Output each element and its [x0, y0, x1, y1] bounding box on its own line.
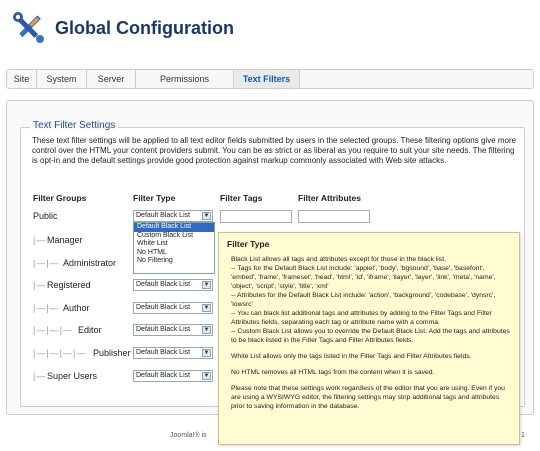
dropdown-option[interactable]: No HTML: [134, 249, 214, 258]
tab-text-filters[interactable]: Text Filters: [234, 70, 300, 88]
page-title: Global Configuration: [55, 18, 234, 38]
group-label: Author: [63, 303, 90, 313]
tooltip-paragraph: White List allows only the tags listed i…: [231, 353, 472, 360]
filter-type-select[interactable]: Default Black List ▼: [133, 324, 213, 336]
col-filter-tags: Filter Tags: [220, 193, 263, 203]
chevron-down-icon[interactable]: ▼: [202, 281, 211, 289]
tooltip-title: Filter Type: [227, 239, 270, 249]
chevron-down-icon[interactable]: ▼: [202, 212, 211, 220]
tab-bar: Site System Server Permissions Text Filt…: [6, 69, 534, 89]
filter-type-select[interactable]: Default Black List ▼: [133, 302, 213, 314]
tree-indent: |—|—: [33, 258, 60, 268]
filter-type-select[interactable]: Default Black List ▼: [133, 347, 213, 359]
chevron-down-icon[interactable]: ▼: [202, 372, 211, 380]
wrench-screwdriver-icon: [13, 12, 44, 43]
filter-type-select[interactable]: Default Black List ▼: [133, 370, 213, 382]
col-filter-attributes: Filter Attributes: [298, 193, 361, 203]
chevron-down-icon[interactable]: ▼: [202, 349, 211, 357]
tooltip-paragraph: No HTML removes all HTML tags from the c…: [231, 369, 435, 376]
fieldset-description: These text filter settings will be appli…: [32, 136, 517, 165]
group-label: Editor: [78, 325, 102, 335]
tree-indent: |—|—|—: [33, 325, 74, 335]
filter-type-select[interactable]: Default Black List ▼: [133, 210, 213, 222]
tooltip-paragraph: Please note that these settings work reg…: [231, 385, 505, 410]
dropdown-option[interactable]: No Filtering: [134, 257, 214, 266]
chevron-down-icon[interactable]: ▼: [202, 304, 211, 312]
header: Global Configuration: [0, 0, 540, 62]
group-label: Publisher: [93, 348, 131, 358]
filter-type-dropdown: Default Black List Custom Black List Whi…: [133, 222, 215, 274]
select-value: Default Black List: [136, 326, 191, 333]
select-value: Default Black List: [136, 349, 191, 356]
dropdown-option[interactable]: White List: [134, 240, 214, 249]
tab-permissions[interactable]: Permissions: [136, 70, 234, 88]
group-label: Registered: [47, 280, 91, 290]
tree-indent: |—|—: [33, 303, 60, 313]
group-label: Administrator: [63, 258, 117, 268]
footer-text: Joomla!® is: [170, 432, 207, 439]
group-label: Public: [33, 211, 58, 221]
tree-indent: |—: [33, 280, 47, 290]
filter-tags-input[interactable]: [220, 210, 292, 223]
filter-type-tooltip: Filter Type Black List allows all tags a…: [218, 232, 520, 445]
fieldset-legend: Text Filter Settings: [30, 120, 119, 131]
dropdown-option[interactable]: Custom Black List: [134, 232, 214, 241]
tab-site[interactable]: Site: [7, 70, 37, 88]
tooltip-paragraph: Black List allows all tags and attribute…: [231, 256, 510, 344]
dropdown-option[interactable]: Default Black List: [134, 223, 214, 232]
chevron-down-icon[interactable]: ▼: [202, 326, 211, 334]
filter-type-select[interactable]: Default Black List ▼: [133, 279, 213, 291]
select-value: Default Black List: [136, 372, 191, 379]
footer-version: 1: [521, 432, 525, 439]
tab-system[interactable]: System: [37, 70, 87, 88]
col-filter-type: Filter Type: [133, 193, 176, 203]
tree-indent: |—: [33, 235, 47, 245]
tab-server[interactable]: Server: [87, 70, 136, 88]
tree-indent: |—|—|—|—: [33, 348, 87, 358]
filter-attributes-input[interactable]: [298, 210, 370, 223]
group-label: Super Users: [47, 371, 98, 381]
select-value: Default Black List: [136, 212, 191, 219]
select-value: Default Black List: [136, 281, 191, 288]
group-label: Manager: [47, 235, 83, 245]
col-filter-groups: Filter Groups: [33, 193, 87, 203]
select-value: Default Black List: [136, 304, 191, 311]
tree-indent: |—: [33, 371, 47, 381]
